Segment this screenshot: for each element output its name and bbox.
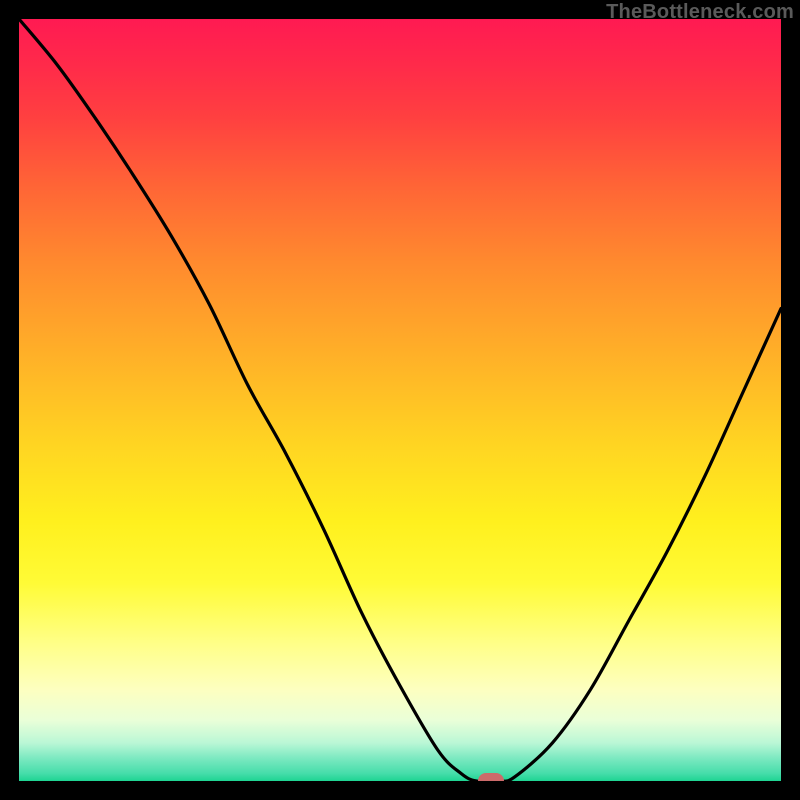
watermark-text: TheBottleneck.com bbox=[606, 1, 794, 24]
chart-frame: TheBottleneck.com bbox=[0, 0, 800, 800]
optimum-marker bbox=[478, 773, 504, 781]
bottleneck-curve bbox=[19, 19, 781, 781]
plot-area bbox=[19, 19, 781, 781]
